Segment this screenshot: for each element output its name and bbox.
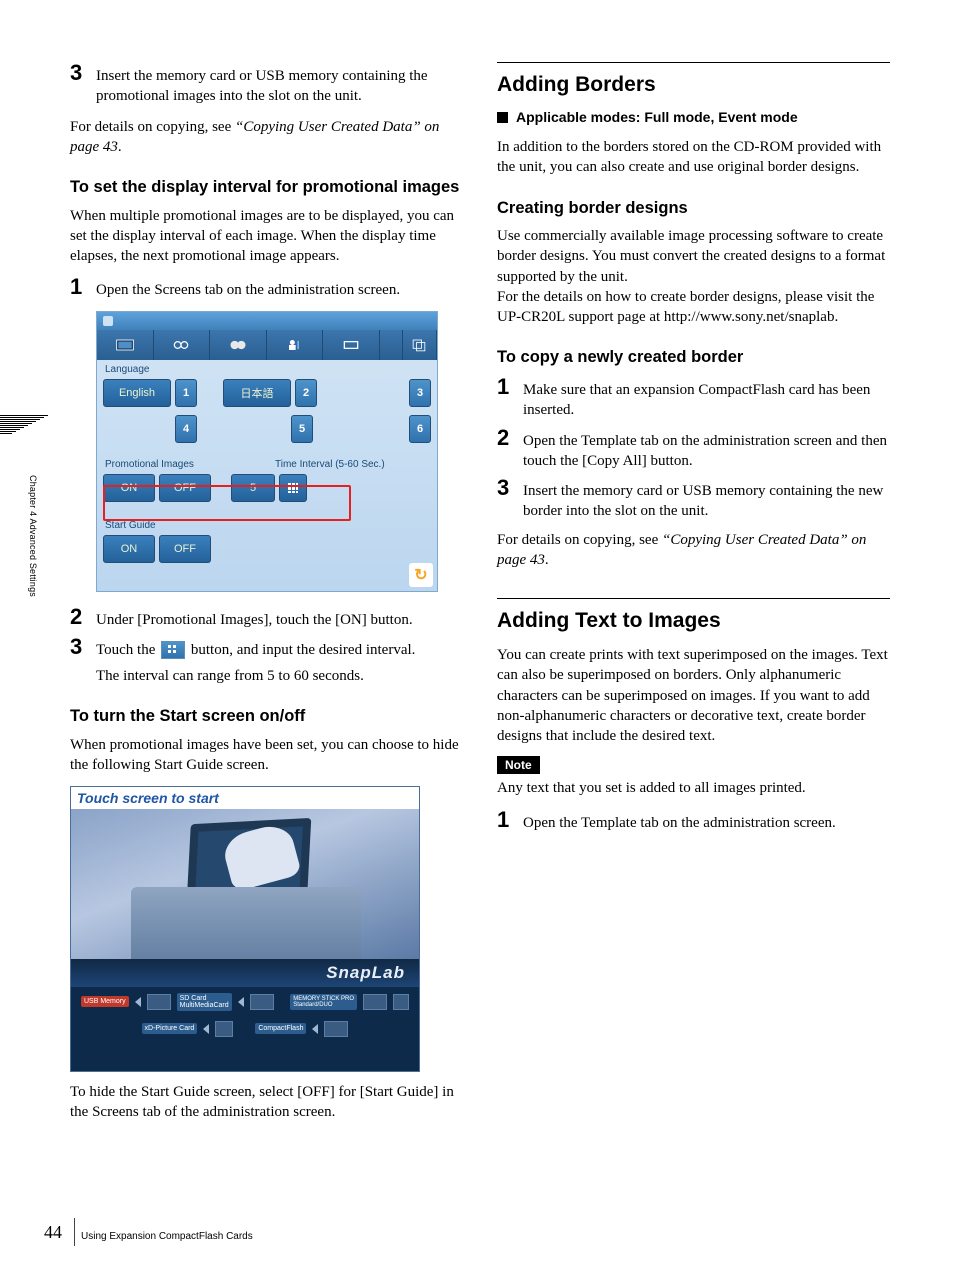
keypad-icon (161, 641, 185, 659)
footer-section-title: Using Expansion CompactFlash Cards (81, 1223, 253, 1242)
modes-text: Applicable modes: Full mode, Event mode (516, 109, 798, 125)
start-screen-figure: Touch screen to start SnapLab USB Memory… (70, 786, 420, 1072)
language-label: Language (97, 360, 437, 377)
promo-images-label: Promotional Images (97, 455, 267, 472)
copy-details-ref: For details on copying, see “Copying Use… (70, 117, 463, 158)
body-text: To hide the Start Guide screen, select [… (70, 1082, 463, 1123)
step-text: Under [Promotional Images], touch the [O… (96, 606, 463, 630)
cf-slot-label: CompactFlash (255, 1023, 306, 1034)
lang-slot-2: 2 (295, 379, 317, 407)
tab-copy-icon (403, 330, 437, 360)
snaplab-logo: SnapLab (71, 959, 419, 987)
heading-set-interval: To set the display interval for promotio… (70, 177, 463, 198)
step-text: Open the Template tab on the administrat… (523, 809, 890, 833)
step-number: 1 (497, 809, 523, 833)
step-number: 2 (70, 606, 96, 630)
note-text: Any text that you set is added to all im… (497, 778, 890, 798)
right-column: Adding Borders Applicable modes: Full mo… (497, 62, 890, 1132)
tab-card-icon (323, 330, 380, 360)
step-number: 3 (70, 636, 96, 660)
square-bullet-icon (497, 112, 508, 123)
start-guide-label: Start Guide (97, 516, 437, 533)
lang-slot-1: 1 (175, 379, 197, 407)
text: . (118, 139, 122, 155)
promo-off-button: OFF (159, 474, 211, 502)
step-text: Insert the memory card or USB memory con… (523, 477, 890, 522)
tab-screens-icon (97, 330, 154, 360)
left-column: 3 Insert the memory card or USB memory c… (70, 62, 463, 1132)
tab-gears-icon (154, 330, 211, 360)
step-number: 3 (70, 62, 96, 107)
body-text: In addition to the borders stored on the… (497, 137, 890, 178)
interval-value: 5 (231, 474, 275, 502)
english-button: English (103, 379, 171, 407)
chapter-label: Chapter 4 Advanced Settings (28, 475, 38, 597)
step-text: Open the Template tab on the administrat… (523, 427, 890, 472)
lock-icon (103, 316, 113, 326)
interval-keypad-button (279, 474, 307, 502)
touch-to-start-label: Touch screen to start (71, 787, 419, 809)
heading-adding-borders: Adding Borders (497, 69, 890, 97)
sd-slot-label: SD Card MultiMediaCard (177, 993, 232, 1011)
note-badge: Note (497, 756, 540, 774)
copy-details-ref: For details on copying, see “Copying Use… (497, 530, 890, 571)
start-guide-on-button: ON (103, 535, 155, 563)
lang-slot-3: 3 (409, 379, 431, 407)
body-text: When promotional images have been set, y… (70, 735, 463, 776)
page-footer: 44 Using Expansion CompactFlash Cards (44, 1218, 253, 1246)
step-number: 1 (497, 376, 523, 421)
lang-slot-4: 4 (175, 415, 197, 443)
heading-creating-border: Creating border designs (497, 198, 890, 219)
body-text: The interval can range from 5 to 60 seco… (96, 666, 463, 686)
tab-globe-icon (210, 330, 267, 360)
section-rule (497, 598, 890, 599)
step-text: Make sure that an expansion CompactFlash… (523, 376, 890, 421)
step-number: 2 (497, 427, 523, 472)
body-text: You can create prints with text superimp… (497, 645, 890, 746)
footer-separator (74, 1218, 75, 1246)
refresh-icon: ↻ (409, 563, 433, 587)
text: For details on copying, see (497, 532, 662, 548)
step-text: Touch the button, and input the desired … (96, 636, 463, 660)
lang-slot-6: 6 (409, 415, 431, 443)
body-text: Use commercially available image process… (497, 226, 890, 327)
sidebar-decorative-lines (0, 415, 48, 435)
applicable-modes-line: Applicable modes: Full mode, Event mode (497, 109, 890, 125)
step-text: Open the Screens tab on the administrati… (96, 276, 463, 300)
admin-screen-figure: Language English 1 日本語 2 3 4 5 6 (96, 311, 438, 592)
body-text: When multiple promotional images are to … (70, 206, 463, 267)
step-number: 1 (70, 276, 96, 300)
text: Touch the (96, 642, 159, 658)
promo-on-button: ON (103, 474, 155, 502)
xd-slot-label: xD-Picture Card (142, 1023, 198, 1034)
step-number: 3 (497, 477, 523, 522)
step-text: Insert the memory card or USB memory con… (96, 62, 463, 107)
ms-slot-label: MEMORY STICK PRO Standard/DUO (290, 994, 357, 1010)
time-interval-label: Time Interval (5-60 Sec.) (267, 455, 437, 472)
heading-adding-text: Adding Text to Images (497, 605, 890, 633)
tab-user-icon (267, 330, 324, 360)
heading-copy-border: To copy a newly created border (497, 347, 890, 368)
japanese-button: 日本語 (223, 379, 291, 407)
section-rule (497, 62, 890, 63)
lang-slot-5: 5 (291, 415, 313, 443)
admin-tab-row (97, 330, 437, 360)
text: For details on copying, see (70, 119, 235, 135)
usb-slot-label: USB Memory (81, 996, 129, 1007)
start-guide-off-button: OFF (159, 535, 211, 563)
heading-start-screen: To turn the Start screen on/off (70, 706, 463, 727)
page-number: 44 (44, 1222, 68, 1243)
text: button, and input the desired interval. (187, 642, 415, 658)
text: . (545, 552, 549, 568)
